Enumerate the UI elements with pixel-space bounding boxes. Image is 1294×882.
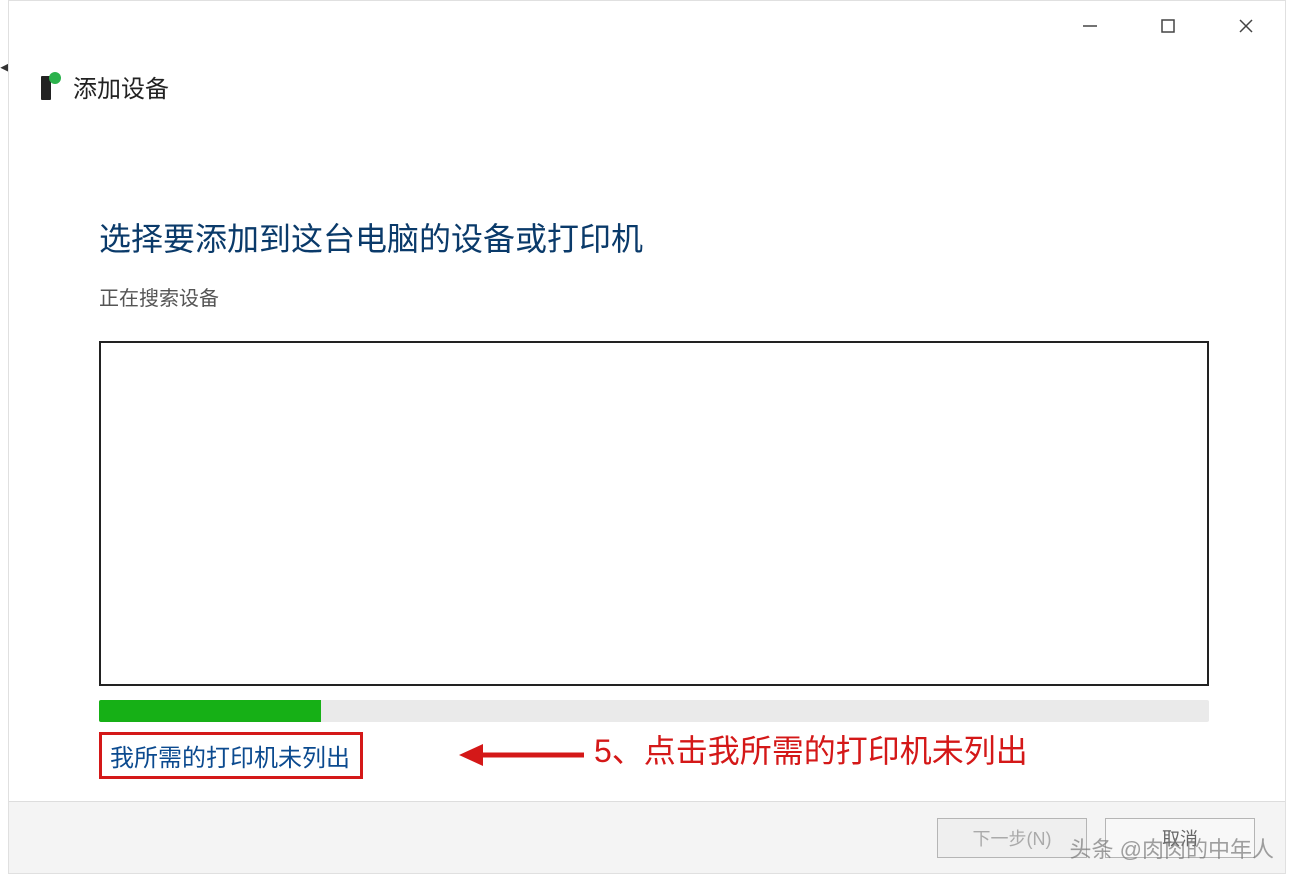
maximize-button[interactable] xyxy=(1129,1,1207,51)
dialog-title: 添加设备 xyxy=(73,69,169,104)
add-device-icon xyxy=(39,72,61,102)
dialog-content: 选择要添加到这台电脑的设备或打印机 正在搜索设备 我所需的打印机未列出 5、点击… xyxy=(9,214,1285,792)
link-row: 我所需的打印机未列出 5、点击我所需的打印机未列出 xyxy=(99,732,1195,792)
minimize-button[interactable] xyxy=(1051,1,1129,51)
annotation-highlight-box: 我所需的打印机未列出 xyxy=(99,732,363,779)
content-heading: 选择要添加到这台电脑的设备或打印机 xyxy=(99,214,1195,260)
search-progress-bar xyxy=(99,700,1209,722)
progress-fill xyxy=(99,700,321,722)
annotation-arrow-icon xyxy=(459,740,589,770)
cancel-button[interactable]: 取消 xyxy=(1105,818,1255,858)
dialog-header: 添加设备 xyxy=(9,51,1285,104)
dialog-footer: 下一步(N) 取消 xyxy=(9,801,1285,873)
device-list[interactable] xyxy=(99,341,1209,686)
titlebar xyxy=(9,1,1285,51)
printer-not-listed-link[interactable]: 我所需的打印机未列出 xyxy=(110,745,350,772)
close-button[interactable] xyxy=(1207,1,1285,51)
content-subheading: 正在搜索设备 xyxy=(99,282,1195,311)
next-button[interactable]: 下一步(N) xyxy=(937,818,1087,858)
add-device-dialog: 添加设备 选择要添加到这台电脑的设备或打印机 正在搜索设备 我所需的打印机未列出… xyxy=(8,0,1286,874)
annotation-text: 5、点击我所需的打印机未列出 xyxy=(594,726,1028,772)
